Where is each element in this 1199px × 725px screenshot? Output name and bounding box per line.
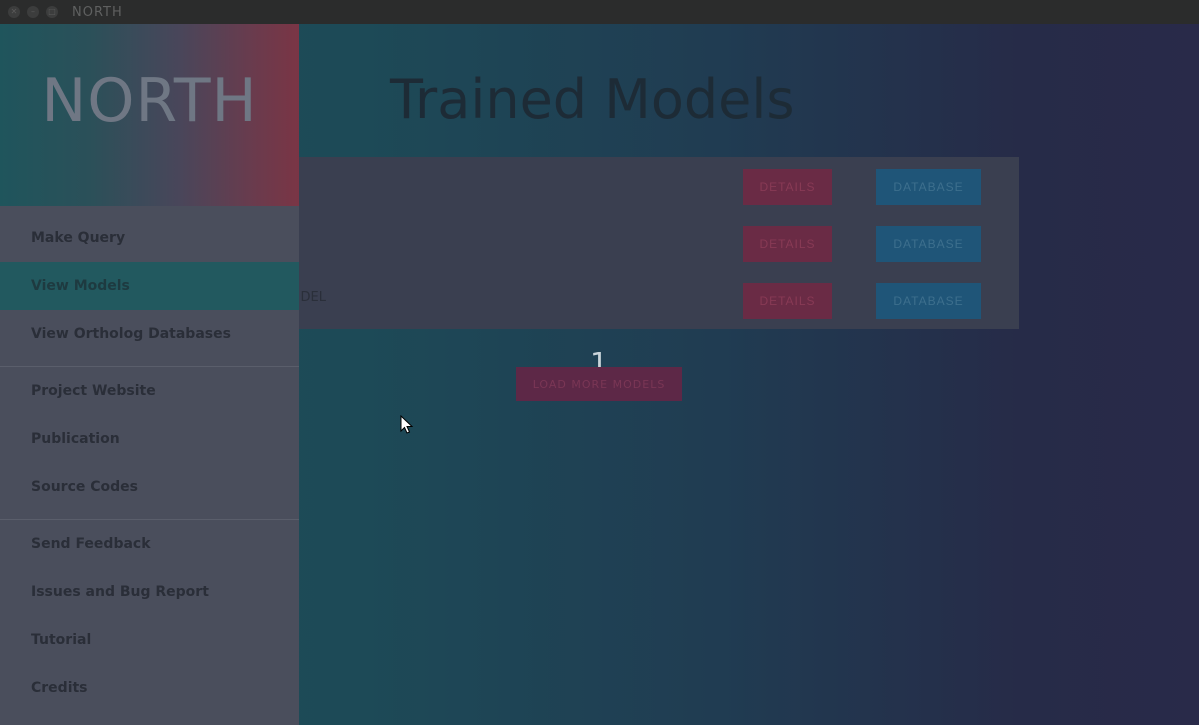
mouse-cursor-icon: [400, 415, 414, 434]
brand-logo-text: NORTH: [41, 66, 258, 136]
details-button[interactable]: DETAILS: [743, 226, 832, 262]
details-button[interactable]: DETAILS: [743, 283, 832, 319]
window-title: NORTH: [72, 4, 123, 20]
nav-item-view-models[interactable]: View Models: [0, 262, 299, 310]
window-titlebar: ✕ – □ NORTH: [0, 0, 1199, 24]
model-row: DEL DETAILS DATABASE: [240, 271, 1019, 328]
window-minimize-icon[interactable]: –: [27, 6, 39, 18]
nav-item-send-feedback[interactable]: Send Feedback: [0, 520, 299, 568]
page-title: Trained Models: [390, 68, 795, 131]
database-button[interactable]: DATABASE: [876, 169, 981, 205]
nav-item-source-codes[interactable]: Source Codes: [0, 463, 299, 511]
nav-item-project-website[interactable]: Project Website: [0, 367, 299, 415]
navigation-drawer: NORTH Make Query View Models View Orthol…: [0, 24, 299, 725]
nav-item-publication[interactable]: Publication: [0, 415, 299, 463]
nav-item-view-ortholog-databases[interactable]: View Ortholog Databases: [0, 310, 299, 358]
database-button[interactable]: DATABASE: [876, 283, 981, 319]
nav-item-issues-bug-report[interactable]: Issues and Bug Report: [0, 568, 299, 616]
database-button[interactable]: DATABASE: [876, 226, 981, 262]
nav-item-tutorial[interactable]: Tutorial: [0, 616, 299, 664]
model-row: DETAILS DATABASE: [240, 157, 1019, 214]
details-button[interactable]: DETAILS: [743, 169, 832, 205]
models-list: DETAILS DATABASE DETAILS DATABASE DEL DE…: [240, 157, 1019, 329]
window-maximize-icon[interactable]: □: [46, 6, 58, 18]
nav-item-credits[interactable]: Credits: [0, 664, 299, 712]
load-more-button[interactable]: LOAD MORE MODELS: [516, 367, 682, 401]
nav-item-make-query[interactable]: Make Query: [0, 214, 299, 262]
drawer-header: NORTH: [0, 24, 299, 206]
model-row: DETAILS DATABASE: [240, 214, 1019, 271]
window-close-icon[interactable]: ✕: [8, 6, 20, 18]
